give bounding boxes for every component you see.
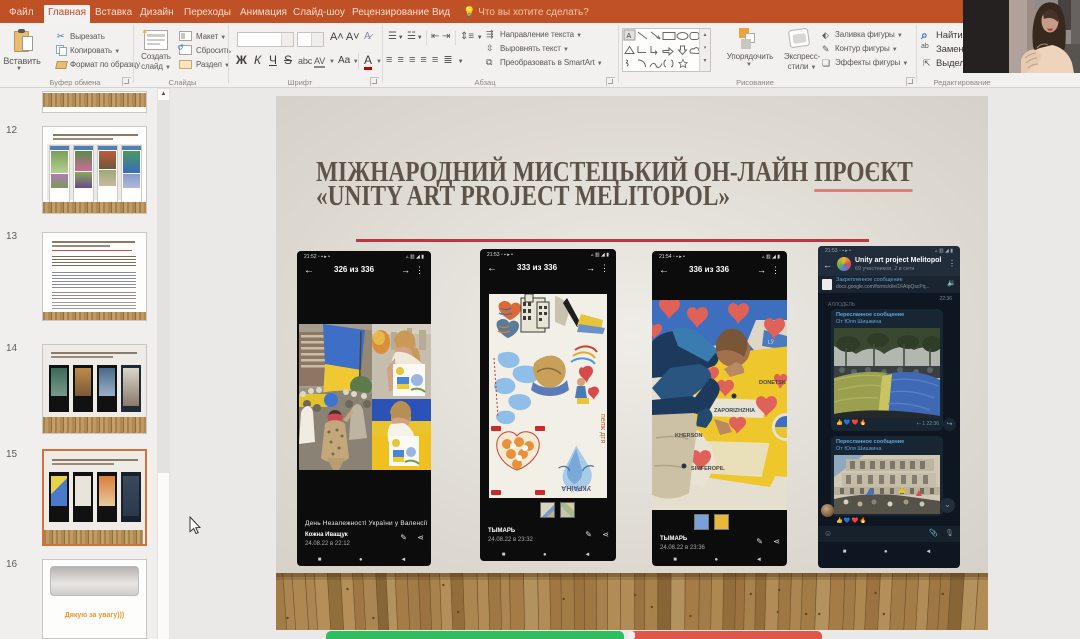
svg-text:LЎ: LЎ <box>768 338 775 346</box>
svg-text:DONETSK: DONETSK <box>759 380 786 386</box>
svg-text:УКРАЇНА: УКРАЇНА <box>561 484 591 492</box>
svg-text:SIMFEROPIL: SIMFEROPIL <box>691 466 725 472</box>
svg-text:KHERSON: KHERSON <box>675 433 703 439</box>
svg-text:пелж дтя: пелж дтя <box>599 414 606 443</box>
svg-text:ZAPORIZHZHIA: ZAPORIZHZHIA <box>714 408 755 414</box>
svg-text:A: A <box>627 33 632 40</box>
